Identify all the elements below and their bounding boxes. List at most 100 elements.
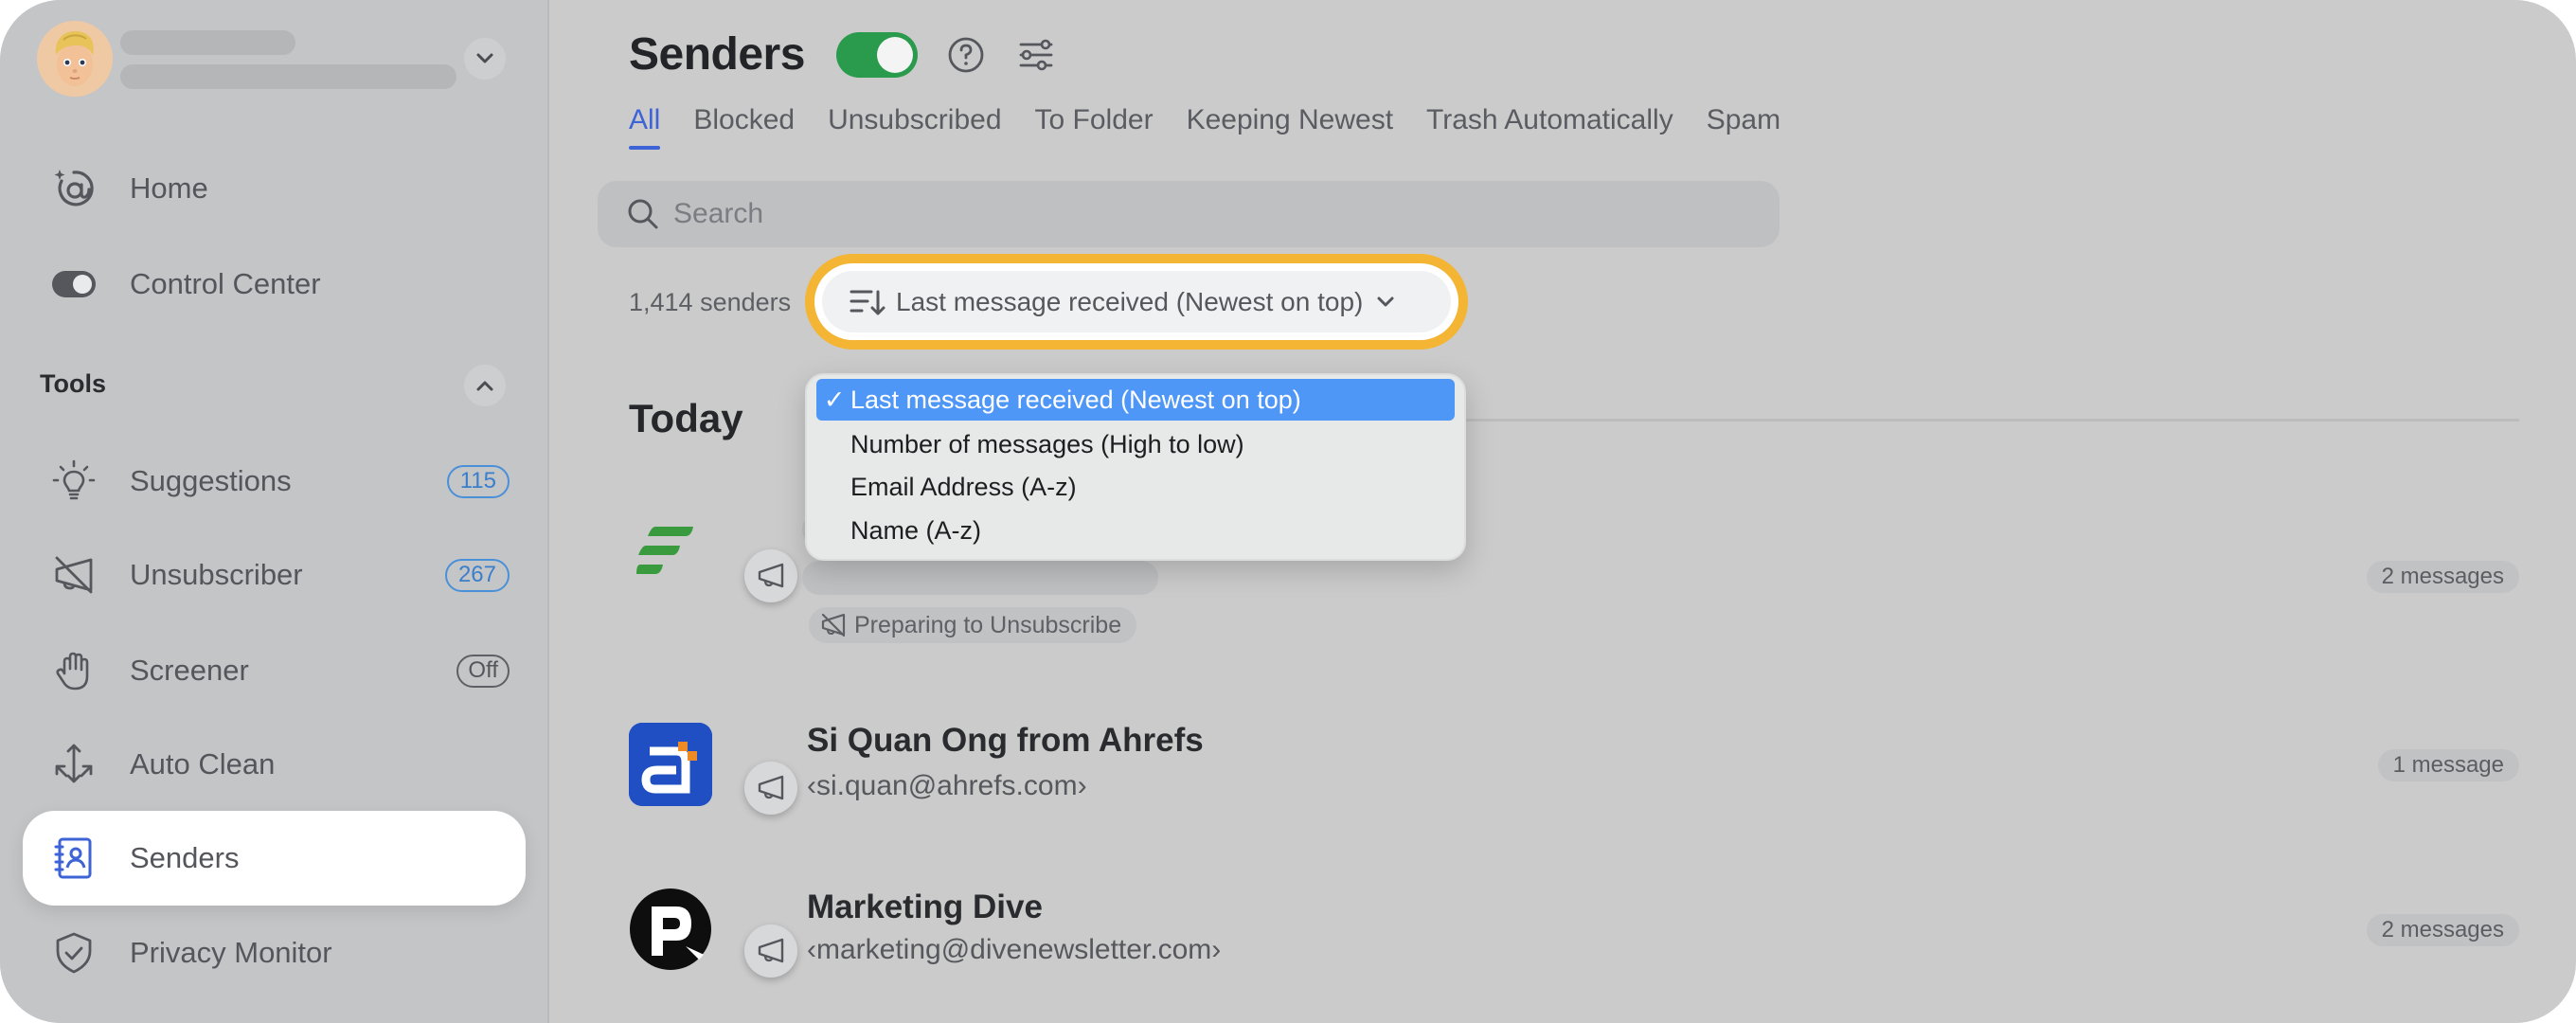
- sender-email-redacted: [802, 561, 1158, 595]
- sidebar-item-unsubscriber[interactable]: Unsubscriber 267: [23, 528, 526, 622]
- sidebar-item-control-center[interactable]: Control Center: [23, 237, 526, 332]
- tab-trash-automatically[interactable]: Trash Automatically: [1426, 104, 1673, 150]
- tools-section-label: Tools: [40, 369, 106, 398]
- hand-icon: [51, 648, 97, 693]
- senders-count: 1,414 senders: [629, 288, 792, 316]
- unsubscriber-count-badge: 267: [444, 558, 510, 592]
- account-name-redacted: [120, 30, 295, 55]
- help-button[interactable]: [945, 34, 987, 76]
- megaphone-icon: [758, 938, 784, 963]
- megaphone-off-icon: [51, 552, 97, 598]
- megaphone-icon: [758, 563, 784, 588]
- contacts-book-icon: [51, 835, 97, 881]
- green-stripes-logo-icon: [636, 527, 693, 574]
- suggestions-count-badge: 115: [446, 464, 510, 498]
- question-circle-icon: [948, 37, 984, 73]
- sender-row[interactable]: Marketing Dive ‹marketing@divenewsletter…: [629, 885, 2519, 979]
- toggle-icon: [51, 261, 97, 307]
- tab-all[interactable]: All: [629, 104, 661, 150]
- at-sparkle-icon: [51, 166, 97, 211]
- sidebar-item-privacy-monitor[interactable]: Privacy Monitor: [23, 906, 526, 1000]
- sidebar-item-label: Privacy Monitor: [130, 936, 332, 969]
- ahrefs-logo-icon: [629, 723, 712, 806]
- megaphone-overlay: [744, 549, 797, 602]
- account-email-redacted: [120, 64, 456, 89]
- search-bar: [598, 181, 1780, 247]
- tools-collapse-button[interactable]: [464, 365, 506, 406]
- filter-tabs: All Blocked Unsubscribed To Folder Keepi…: [629, 104, 1780, 150]
- account-switcher-button[interactable]: [464, 38, 506, 80]
- sort-option-label: Email Address (A-z): [850, 472, 1077, 501]
- checkmark-icon: ✓: [823, 385, 846, 414]
- megaphone-overlay: [744, 924, 797, 978]
- sender-logo-ahrefs: [629, 723, 712, 806]
- auto-clean-arrows-icon: [51, 742, 97, 787]
- sort-option-message-count[interactable]: Number of messages (High to low): [816, 423, 1455, 465]
- sidebar: Home Control Center Tools Suggestions 11…: [0, 0, 549, 1023]
- sender-email: ‹si.quan@ahrefs.com›: [807, 770, 1087, 801]
- message-count-badge: 2 messages: [2366, 561, 2519, 593]
- marketing-dive-logo-icon: [630, 888, 711, 970]
- senders-enabled-toggle[interactable]: [836, 32, 918, 78]
- chevron-down-icon: [1377, 296, 1394, 306]
- sender-name: Si Quan Ong from Ahrefs: [807, 722, 1204, 759]
- tab-unsubscribed[interactable]: Unsubscribed: [828, 104, 1001, 150]
- sort-option-label: Last message received (Newest on top): [850, 385, 1301, 414]
- sidebar-item-senders[interactable]: Senders: [23, 811, 526, 906]
- sidebar-item-label: Senders: [130, 841, 240, 874]
- memoji-avatar-icon: [37, 21, 113, 97]
- account-avatar[interactable]: [37, 21, 113, 97]
- sidebar-item-screener[interactable]: Screener Off: [23, 623, 526, 718]
- sender-logo-marketing-dive: [629, 888, 712, 971]
- page-title: Senders: [629, 29, 805, 80]
- sort-dropdown-inner: Last message received (Newest on top): [822, 271, 1451, 332]
- sort-dropdown-button[interactable]: Last message received (Newest on top): [814, 263, 1458, 340]
- sort-option-name[interactable]: Name (A-z): [816, 510, 1455, 551]
- sender-logo: [635, 521, 710, 597]
- sidebar-item-home[interactable]: Home: [23, 141, 526, 236]
- sidebar-item-auto-clean[interactable]: Auto Clean: [23, 717, 526, 812]
- unsubscribe-status-chip: Preparing to Unsubscribe: [809, 607, 1137, 643]
- megaphone-icon: [758, 775, 784, 800]
- sender-row[interactable]: Si Quan Ong from Ahrefs ‹si.quan@ahrefs.…: [629, 720, 2519, 815]
- shield-check-icon: [51, 930, 97, 976]
- screener-status-badge: Off: [456, 654, 510, 688]
- sidebar-item-label: Home: [130, 171, 208, 205]
- sidebar-item-label: Unsubscriber: [130, 558, 303, 591]
- sort-focus-ring: Last message received (Newest on top): [805, 254, 1468, 350]
- tab-keeping-newest[interactable]: Keeping Newest: [1187, 104, 1393, 150]
- sort-menu: ✓ Last message received (Newest on top) …: [805, 373, 1466, 561]
- sidebar-item-suggestions[interactable]: Suggestions 115: [23, 434, 526, 529]
- sort-selected-label: Last message received (Newest on top): [896, 286, 1364, 316]
- sender-email: ‹marketing@divenewsletter.com›: [807, 934, 1222, 965]
- sort-option-label: Name (A-z): [850, 515, 982, 545]
- message-count-badge: 1 message: [2377, 749, 2519, 781]
- sender-name: Marketing Dive: [807, 888, 1043, 925]
- sort-option-label: Number of messages (High to low): [850, 429, 1244, 458]
- sidebar-item-label: Control Center: [130, 267, 321, 300]
- search-icon: [628, 199, 658, 229]
- megaphone-overlay: [744, 762, 797, 815]
- chevron-up-icon: [476, 381, 493, 391]
- group-header-today: Today: [629, 396, 743, 440]
- tab-to-folder[interactable]: To Folder: [1035, 104, 1154, 150]
- sidebar-item-label: Suggestions: [130, 464, 292, 497]
- search-input[interactable]: [673, 198, 1715, 230]
- lightbulb-icon: [51, 458, 97, 504]
- filter-settings-button[interactable]: [1015, 34, 1057, 76]
- sidebar-item-label: Auto Clean: [130, 747, 276, 781]
- tab-blocked[interactable]: Blocked: [693, 104, 795, 150]
- tab-spam[interactable]: Spam: [1707, 104, 1780, 150]
- sliders-icon: [1019, 39, 1053, 71]
- megaphone-off-icon: [821, 613, 846, 637]
- sort-option-email-address[interactable]: Email Address (A-z): [816, 466, 1455, 508]
- sort-option-last-message[interactable]: ✓ Last message received (Newest on top): [816, 379, 1455, 421]
- message-count-badge: 2 messages: [2366, 914, 2519, 946]
- sort-descending-icon: [850, 290, 886, 314]
- main-content: Senders All Blocked Unsubscribed To Fold…: [551, 0, 2576, 1023]
- app-window: Home Control Center Tools Suggestions 11…: [0, 0, 2576, 1023]
- chevron-down-icon: [476, 53, 493, 63]
- toggle-knob: [877, 37, 913, 73]
- status-chip-label: Preparing to Unsubscribe: [854, 611, 1122, 638]
- sidebar-item-label: Screener: [130, 654, 249, 687]
